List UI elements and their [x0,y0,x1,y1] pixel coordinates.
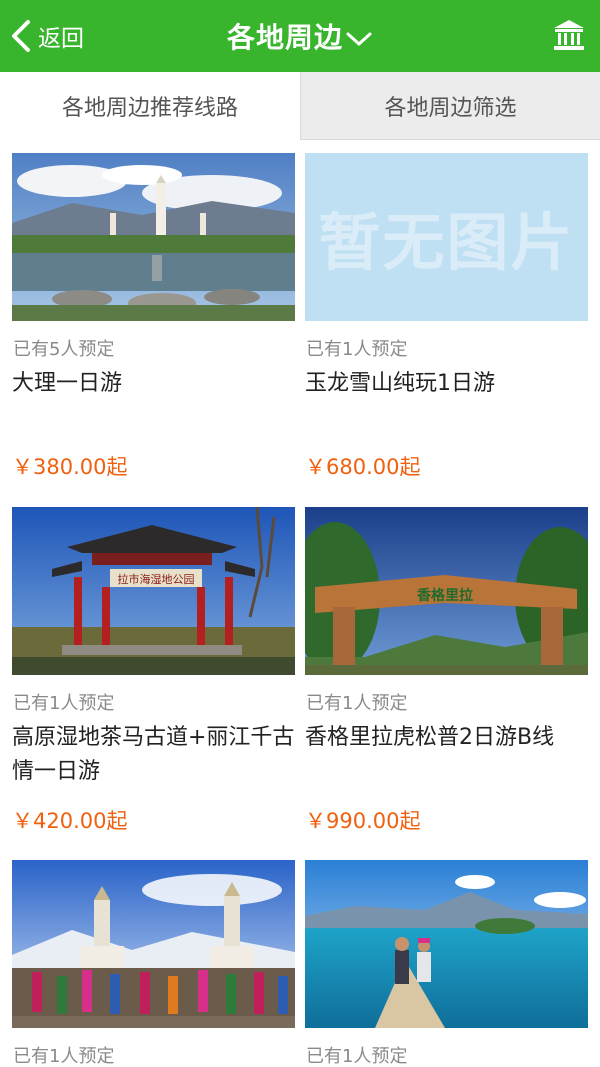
booked-count: 已有1人预定 [306,1046,408,1067]
gate-sign-text: 拉市海湿地公园 [118,572,195,586]
title-dropdown[interactable]: 各地周边 [0,14,600,58]
booked-count: 已有1人预定 [13,1046,115,1067]
product-name: 香格里拉虎松普2日游B线 [305,725,555,750]
product-image [12,860,295,1028]
product-card[interactable]: 香格里拉 已有1人预定 香格里拉虎松普2日游B线 ￥990.00起 [305,507,588,833]
shangrila-sign-text: 香格里拉 [416,587,473,604]
product-card[interactable]: 已有5人预定 大理一日游 ￥380.00起 [12,153,295,479]
product-card[interactable]: 暂无图片 已有1人预定 玉龙雪山纯玩1日游 ￥680.00起 [305,153,588,479]
tab-bar: 各地周边推荐线路 各地周边筛选 [0,72,600,140]
top-bar: 返回 各地周边 [0,0,600,72]
product-price: ￥680.00起 [305,455,421,479]
product-price: ￥420.00起 [12,809,128,833]
booked-count: 已有5人预定 [13,339,115,360]
product-price: ￥380.00起 [12,455,128,479]
product-name: 大理一日游 [12,371,123,396]
museum-home-icon[interactable] [552,18,586,52]
booked-count: 已有1人预定 [13,693,115,714]
page-title: 各地周边 [226,21,343,54]
product-image [305,860,588,1028]
product-name: 高原湿地茶马古道+丽江千古情一日游 [12,725,295,784]
booked-count: 已有1人预定 [306,693,408,714]
tab-recommended-routes[interactable]: 各地周边推荐线路 [0,72,300,140]
product-image [12,153,295,321]
tab-filter[interactable]: 各地周边筛选 [300,72,600,140]
no-image-text: 暂无图片 [318,206,575,279]
booked-count: 已有1人预定 [306,339,408,360]
product-card[interactable]: 拉市海湿地公园 已有1人预定 高原湿地茶马古道+丽江千古情一日游 ￥420.00… [12,507,295,833]
product-image: 香格里拉 [305,507,588,675]
chevron-down-icon [346,32,372,46]
product-image: 拉市海湿地公园 [12,507,295,675]
product-name: 玉龙雪山纯玩1日游 [305,371,495,396]
product-price: ￥990.00起 [305,809,421,833]
no-image-placeholder: 暂无图片 [305,153,588,321]
product-card[interactable]: 已有1人预定 [305,860,588,1067]
product-card[interactable]: 已有1人预定 [12,860,295,1067]
